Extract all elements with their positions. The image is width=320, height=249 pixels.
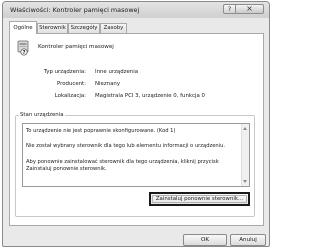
device-name: Kontroler pamięci masowej	[38, 44, 114, 50]
cancel-button[interactable]: Anuluj	[230, 234, 266, 246]
close-icon: ×	[246, 4, 253, 13]
window-title: Właściwości: Kontroler pamięci masowej	[10, 6, 140, 14]
location-label: Lokalizacja:	[54, 93, 86, 99]
help-icon: ?	[227, 5, 232, 13]
tab-resources[interactable]: Zasoby	[100, 23, 127, 33]
title-bar[interactable]: Właściwości: Kontroler pamięci masowej ?…	[3, 2, 269, 18]
device-status-label: Stan urządzenia	[19, 112, 65, 119]
reinstall-driver-button[interactable]: Zainstaluj ponownie sterownik...	[149, 192, 250, 206]
device-type-value: Inne urządzenia	[95, 69, 139, 75]
svg-text:?: ?	[23, 50, 26, 56]
device-warning-icon: ?	[17, 40, 29, 56]
status-line: Aby ponownie zainstalować sterownik dla …	[26, 159, 219, 165]
scroll-down-arrow-icon[interactable]	[243, 180, 247, 183]
tab-driver[interactable]: Sterownik	[37, 23, 68, 33]
status-line: To urządzenie nie jest poprawnie skonfig…	[26, 128, 176, 134]
status-line: Nie został wybrany sterownik dla tego lu…	[26, 143, 226, 149]
scroll-up-arrow-icon[interactable]	[243, 127, 247, 130]
device-status-textbox[interactable]: To urządzenie nie jest poprawnie skonfig…	[22, 123, 250, 187]
manufacturer-label: Producent:	[56, 81, 86, 87]
device-status-group: Stan urządzenia To urządzenie nie jest p…	[15, 112, 255, 217]
location-value: Magistrala PCI 3, urządzenie 0, funkcja …	[95, 93, 205, 99]
ok-button[interactable]: OK	[183, 234, 227, 246]
help-button[interactable]: ?	[223, 4, 236, 14]
manufacturer-value: Nieznany	[95, 81, 121, 87]
status-line: Zainstaluj ponownie sterownik.	[26, 166, 107, 172]
general-tab-panel: ? Kontroler pamięci masowej Typ urządzen…	[9, 33, 264, 226]
status-scrollbar[interactable]	[241, 124, 249, 186]
reinstall-driver-label: Zainstaluj ponownie sterownik...	[155, 196, 244, 202]
tab-details[interactable]: Szczegóły	[68, 23, 100, 33]
tab-general[interactable]: Ogólne	[9, 21, 37, 34]
close-button[interactable]: ×	[236, 4, 264, 14]
properties-dialog: Właściwości: Kontroler pamięci masowej ?…	[2, 1, 270, 247]
device-type-label: Typ urządzenia:	[43, 69, 86, 75]
